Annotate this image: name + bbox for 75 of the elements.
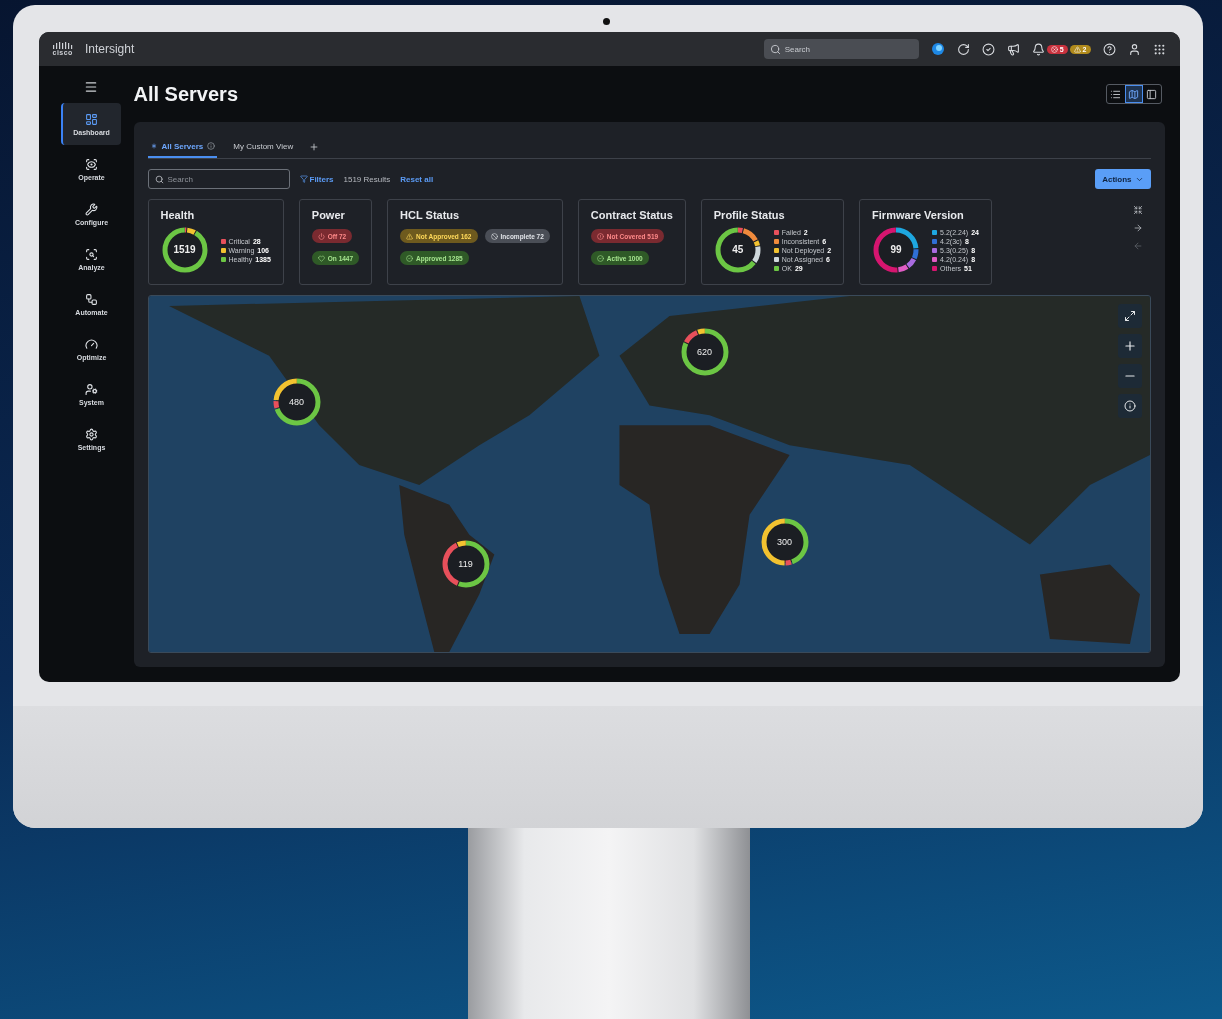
donut-total: 45 (732, 245, 744, 255)
x-circle-icon (1050, 45, 1058, 53)
menu-icon[interactable] (83, 80, 98, 94)
view-tab[interactable]: All Servers (147, 136, 218, 158)
dashboard-icon (85, 112, 98, 126)
wrench-icon (85, 202, 98, 216)
add-tab-icon[interactable] (309, 142, 320, 152)
page-title: All Servers (133, 82, 238, 106)
on-status-icon (317, 254, 325, 262)
check-circle-icon[interactable] (981, 42, 995, 56)
cluster-count: 480 (289, 397, 304, 407)
fullscreen-button[interactable] (1117, 304, 1142, 328)
reset-all-link[interactable]: Reset all (400, 174, 434, 184)
card-title: Health (160, 209, 196, 221)
search-field[interactable]: Search (763, 39, 919, 59)
filter-icon (299, 175, 308, 183)
card-title: HCL Status (400, 209, 461, 221)
zoom-out-button[interactable] (1117, 364, 1142, 388)
workflow-icon (85, 292, 98, 306)
actions-button[interactable]: Actions (1095, 169, 1151, 189)
logo-bars-icon (52, 42, 73, 49)
results-count: 1519 Results (343, 174, 391, 184)
scan-search-icon (85, 247, 98, 261)
filters-link[interactable]: Filters (299, 174, 334, 184)
search-icon (769, 43, 781, 55)
view-tab[interactable]: My Custom View (231, 136, 296, 158)
cluster-marker[interactable] (440, 539, 491, 589)
success-status-icon (596, 254, 604, 262)
camera-dot (602, 18, 610, 25)
cluster-count: 119 (458, 559, 473, 569)
cluster-marker[interactable] (759, 517, 810, 567)
card-title: Firmware Version (872, 209, 965, 221)
cluster-count: 300 (777, 537, 792, 547)
bell-icon[interactable] (1031, 42, 1045, 56)
off-status-icon (317, 232, 325, 240)
donut-chart (713, 226, 762, 274)
card-title: Power (311, 209, 346, 221)
donut-total: 1519 (173, 245, 196, 255)
eye-icon (85, 157, 98, 171)
donut-chart (872, 226, 921, 274)
warning-icon (1073, 45, 1081, 53)
zoom-in-button[interactable] (1117, 334, 1142, 358)
error-status-icon (596, 232, 604, 240)
app-name: Intersight (84, 42, 135, 56)
list-icon (1110, 88, 1121, 100)
refresh-icon[interactable] (956, 42, 970, 56)
settings-icon (85, 427, 98, 441)
gauge-icon (85, 337, 98, 351)
search-field[interactable]: Search (147, 169, 290, 189)
success-status-icon (406, 254, 414, 262)
blocked-status-icon (490, 232, 498, 240)
info-icon (1123, 400, 1136, 412)
help-icon[interactable] (1102, 42, 1116, 56)
warning-status-icon (406, 232, 414, 240)
user-gear-icon (85, 382, 98, 396)
donut-chart (160, 226, 209, 274)
card-title: Contract Status (590, 209, 673, 221)
search-icon (154, 174, 164, 184)
collapse-icon[interactable] (1132, 205, 1143, 215)
expand-icon (1123, 310, 1136, 322)
info-button[interactable] (1117, 394, 1142, 418)
card-title: Profile Status (713, 209, 786, 221)
info-icon (207, 142, 216, 150)
map-view-button[interactable] (1124, 85, 1143, 103)
donut-total: 99 (890, 245, 902, 255)
plus-icon (1122, 339, 1137, 353)
apps-grid-icon[interactable] (1152, 42, 1166, 56)
cluster-marker[interactable] (271, 377, 322, 427)
split-icon (1146, 88, 1157, 100)
cluster-marker[interactable] (679, 327, 730, 377)
arrow-right-icon[interactable] (1132, 223, 1143, 233)
user-icon[interactable] (1127, 42, 1141, 56)
megaphone-icon[interactable] (1006, 42, 1020, 56)
map-icon (1128, 88, 1139, 100)
cluster-count: 620 (697, 347, 712, 357)
